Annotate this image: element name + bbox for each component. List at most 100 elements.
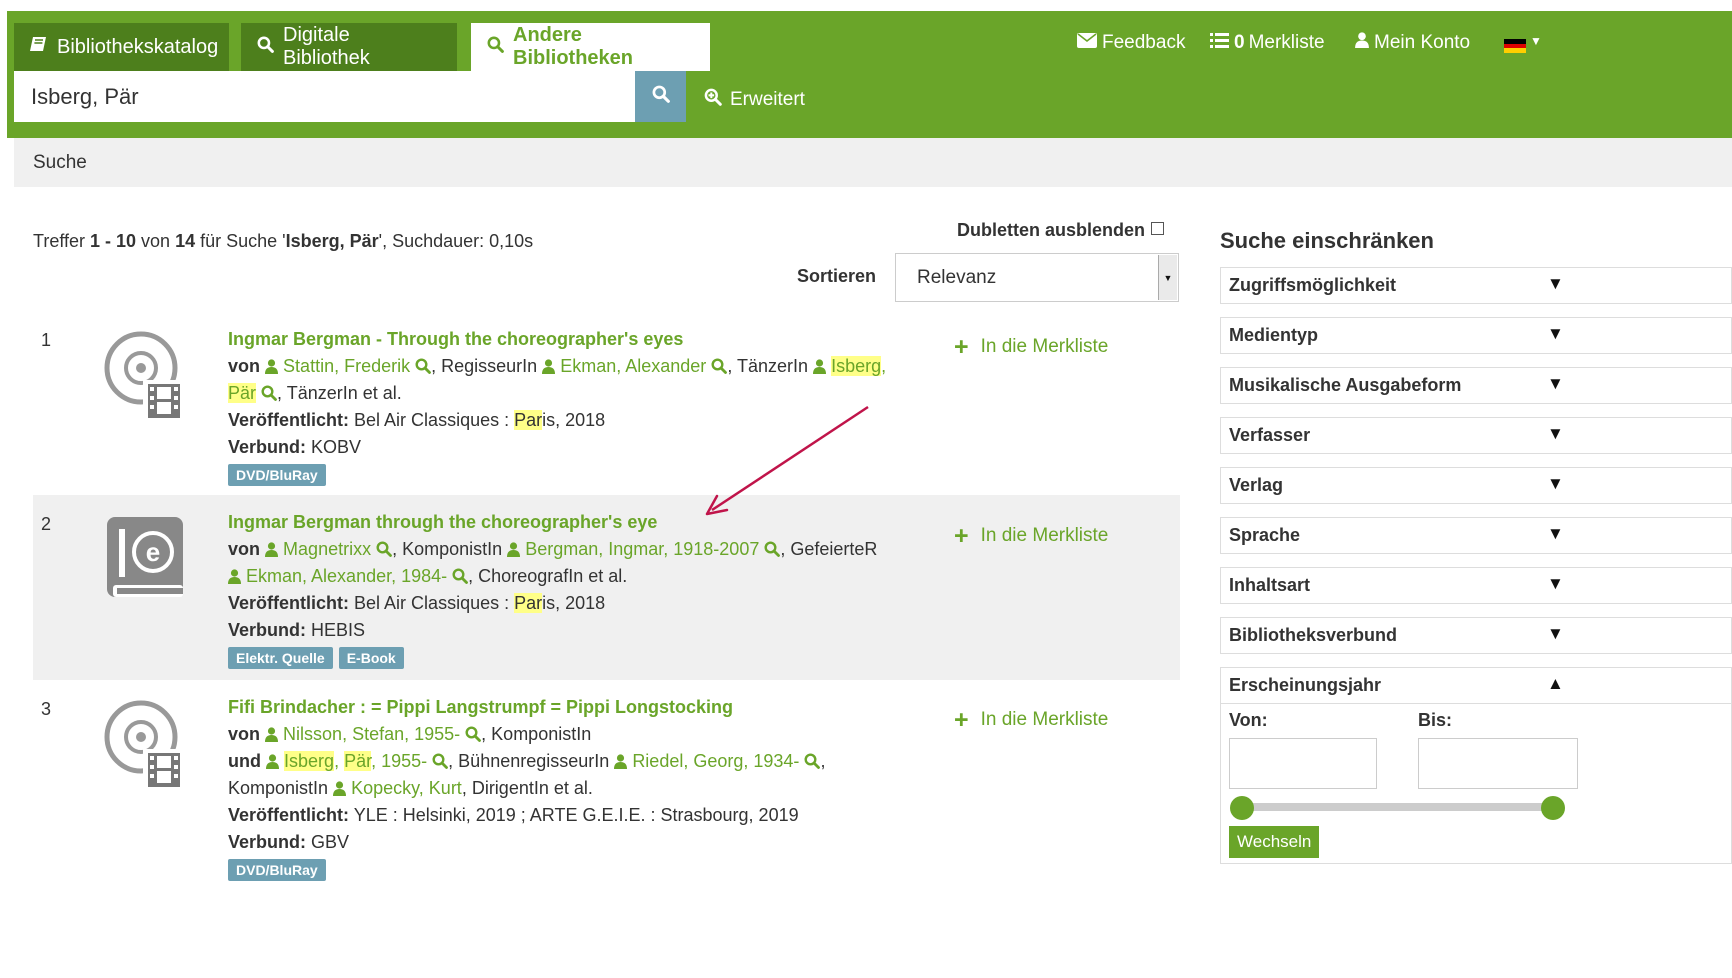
person-link-sep: ,: [881, 356, 887, 376]
search-icon[interactable]: [452, 568, 468, 584]
plus-icon: +: [954, 333, 969, 361]
add-to-merkliste-button[interactable]: + In die Merkliste: [954, 708, 1108, 733]
facet-medientyp[interactable]: Medientyp ▼: [1220, 317, 1732, 354]
facet-sprache[interactable]: Sprache ▼: [1220, 517, 1732, 554]
person-link-years[interactable]: , 1955-: [371, 751, 427, 771]
result-title[interactable]: Ingmar Bergman through the choreographer…: [228, 512, 657, 532]
facet-label: Bibliotheksverbund: [1229, 625, 1398, 645]
merkliste-link[interactable]: 0 Merkliste: [1210, 32, 1325, 54]
apply-year-button[interactable]: Wechseln: [1229, 826, 1320, 858]
sort-label: Sortieren: [797, 266, 877, 286]
person-link[interactable]: Kopecky, Kurt: [351, 778, 462, 798]
facet-verlag[interactable]: Verlag ▼: [1220, 467, 1732, 504]
result-number: 1: [41, 330, 52, 350]
apply-year-label: Wechseln: [1237, 832, 1312, 851]
search-icon[interactable]: [432, 753, 448, 769]
result-number: 2: [41, 514, 52, 534]
facet-zugriffsmoeglichkeit[interactable]: Zugriffsmöglichkeit ▼: [1220, 267, 1732, 304]
tab-label: Bibliothekskatalog: [57, 35, 219, 58]
facet-label: Verlag: [1229, 475, 1284, 495]
von-label: von: [228, 356, 261, 376]
verbund-label: Verbund:: [228, 620, 307, 640]
chevron-down-icon: ▼: [1547, 574, 1564, 593]
chevron-down-icon[interactable]: ▼: [1530, 34, 1542, 48]
results-prefix: Treffer: [33, 231, 91, 251]
search-icon[interactable]: [764, 541, 780, 557]
person-link[interactable]: Magnetrixx: [283, 539, 371, 559]
year-slider-handle-max[interactable]: [1541, 796, 1565, 820]
year-slider-track[interactable]: [1240, 803, 1555, 811]
facet-label: Erscheinungsjahr: [1229, 675, 1382, 695]
facet-label: Medientyp: [1229, 325, 1319, 345]
person-link[interactable]: Riedel, Georg, 1934-: [632, 751, 799, 771]
account-link[interactable]: Mein Konto: [1355, 32, 1470, 54]
tab-digitale-bibliothek[interactable]: Digitale Bibliothek: [241, 23, 457, 71]
role: , BühnenregisseurIn: [448, 751, 610, 771]
de-flag-icon[interactable]: [1504, 39, 1526, 53]
person-link[interactable]: Pär: [344, 751, 372, 771]
results-summary: Treffer 1 - 10 von 14 für Suche 'Isberg,…: [33, 231, 533, 252]
result-title[interactable]: Fifi Brindacher : = Pippi Langstrumpf = …: [228, 697, 733, 717]
search-icon[interactable]: [711, 358, 727, 374]
dvd-icon: [103, 699, 189, 789]
person-link[interactable]: Pär: [228, 383, 257, 403]
facet-inhaltsart[interactable]: Inhaltsart ▼: [1220, 567, 1732, 604]
person-link[interactable]: Ekman, Alexander: [560, 356, 706, 376]
breadcrumb-item[interactable]: Suche: [33, 152, 87, 174]
search-icon[interactable]: [804, 753, 820, 769]
feedback-link[interactable]: Feedback: [1077, 32, 1185, 54]
facet-musikalische-ausgabeform[interactable]: Musikalische Ausgabeform ▼: [1220, 367, 1732, 404]
results-range: 1 - 10: [90, 231, 137, 251]
result-item: 3 Fifi Brindacher : = Pippi Langstrumpf …: [33, 689, 1180, 889]
dedupe-checkbox[interactable]: [1151, 222, 1165, 235]
annotation-arrow: [705, 405, 869, 516]
media-badge: DVD/BluRay: [228, 859, 326, 881]
search-button[interactable]: [635, 71, 686, 122]
person-icon: [265, 727, 278, 742]
facet-bibliotheksverbund[interactable]: Bibliotheksverbund ▼: [1220, 617, 1732, 654]
person-link[interactable]: Bergman, Ingmar, 1918-2007: [525, 539, 759, 559]
verbund-label: Verbund:: [228, 437, 307, 457]
year-to-input[interactable]: [1418, 738, 1578, 789]
person-icon: [265, 542, 278, 557]
published-a: Bel Air Classiques :: [354, 410, 515, 430]
search-icon[interactable]: [415, 358, 431, 374]
person-link[interactable]: Stattin, Frederik: [283, 356, 410, 376]
role: , GefeierteR: [780, 539, 878, 559]
person-link[interactable]: Ekman, Alexander, 1984-: [246, 566, 447, 586]
role: , KomponistIn: [392, 539, 503, 559]
search-icon: [652, 85, 670, 108]
dedupe-toggle[interactable]: Dubletten ausblenden: [957, 220, 1165, 241]
add-to-merkliste-button[interactable]: + In die Merkliste: [954, 333, 1108, 361]
facet-label: Inhaltsart: [1229, 575, 1311, 595]
ebook-icon: [103, 515, 189, 605]
published-c: is, 2018: [542, 593, 606, 613]
tab-bibliothekskatalog[interactable]: Bibliothekskatalog: [14, 23, 229, 71]
facet-label: Musikalische Ausgabeform: [1229, 375, 1462, 395]
add-to-merkliste-button[interactable]: + In die Merkliste: [954, 524, 1108, 549]
year-from-label: Von:: [1229, 710, 1268, 730]
search-icon[interactable]: [465, 726, 481, 742]
search-icon[interactable]: [261, 385, 277, 401]
chevron-down-icon[interactable]: ▼: [1158, 255, 1177, 300]
search-input[interactable]: [14, 71, 635, 122]
tab-label: Digitale Bibliothek: [283, 24, 370, 69]
facet-verfasser[interactable]: Verfasser ▼: [1220, 417, 1732, 454]
role: , KomponistIn: [481, 724, 592, 744]
dedupe-label: Dubletten ausblenden: [957, 220, 1146, 240]
year-slider-handle-min[interactable]: [1230, 796, 1254, 820]
person-link[interactable]: Isberg: [831, 356, 882, 376]
person-link[interactable]: Isberg: [284, 751, 335, 771]
page-edge: [0, 0, 7, 978]
year-from-input[interactable]: [1229, 738, 1377, 789]
sort-select[interactable]: Relevanz ▼: [895, 253, 1179, 302]
published-b: Par: [514, 410, 543, 430]
tab-andere-bibliotheken[interactable]: Andere Bibliotheken: [471, 23, 710, 71]
list-icon: [1210, 32, 1229, 54]
facet-erscheinungsjahr[interactable]: Erscheinungsjahr ▲: [1220, 667, 1732, 704]
person-link-sep: ,: [334, 751, 345, 771]
advanced-search-link[interactable]: Erweitert: [704, 88, 805, 112]
search-icon[interactable]: [376, 541, 392, 557]
person-link[interactable]: Nilsson, Stefan, 1955-: [283, 724, 460, 744]
result-title[interactable]: Ingmar Bergman - Through the choreograph…: [228, 329, 683, 349]
